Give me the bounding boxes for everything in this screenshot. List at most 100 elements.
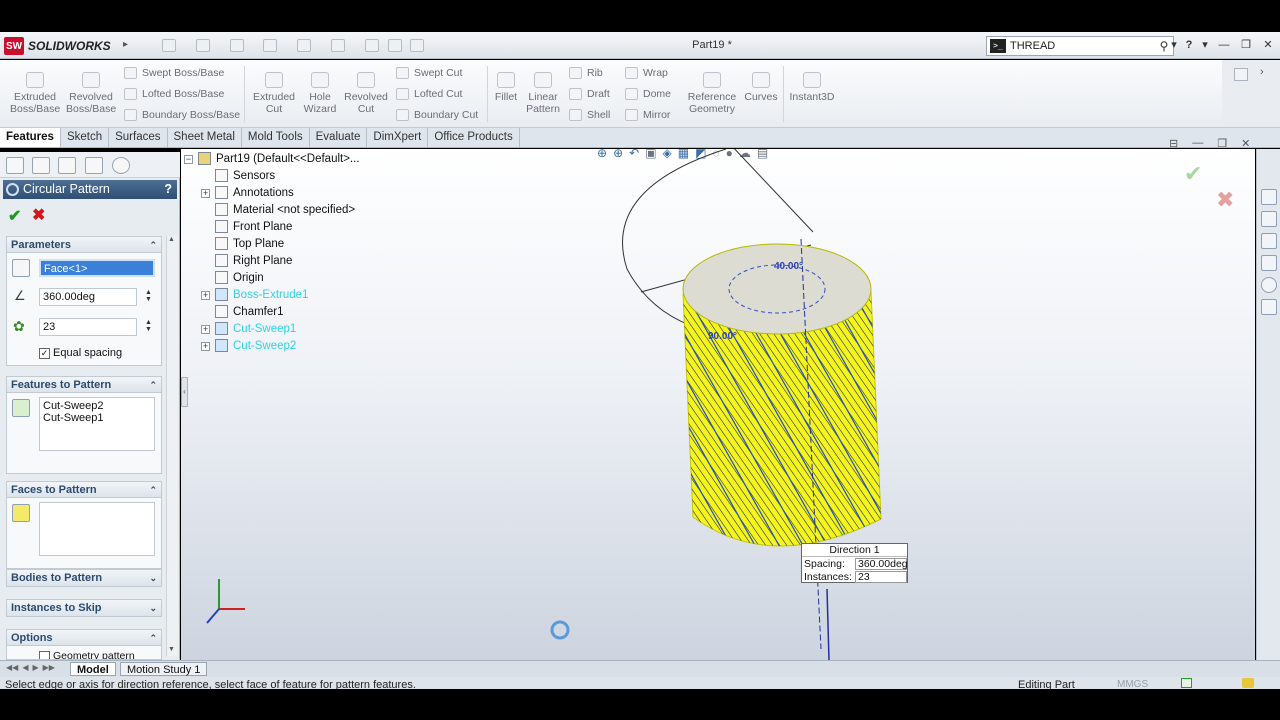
group-header[interactable]: Faces to Pattern ⌃ bbox=[7, 482, 161, 498]
tree-item[interactable]: Annotations bbox=[215, 186, 294, 199]
collapse-icon[interactable]: ⌃ bbox=[149, 377, 157, 393]
axis-direction-icon[interactable] bbox=[12, 259, 30, 277]
swept-boss-button[interactable]: Swept Boss/Base bbox=[124, 67, 224, 79]
tab-surfaces[interactable]: Surfaces bbox=[109, 128, 168, 147]
boundary-boss-button[interactable]: Boundary Boss/Base bbox=[124, 109, 240, 121]
lofted-cut-button[interactable]: Lofted Cut bbox=[396, 88, 462, 100]
direction-callout[interactable]: Direction 1 Spacing: 360.00deg Instances… bbox=[801, 543, 908, 583]
tab-model[interactable]: Model bbox=[70, 662, 116, 676]
extruded-boss-button[interactable]: Extruded Boss/Base bbox=[10, 72, 60, 115]
customize-icon[interactable] bbox=[1234, 68, 1248, 81]
collapse-icon[interactable]: ⌃ bbox=[149, 630, 157, 646]
tree-item[interactable]: Material <not specified> bbox=[215, 203, 355, 216]
curves-button[interactable]: Curves bbox=[742, 72, 780, 103]
search-dropdown-icon[interactable]: ▾ bbox=[1166, 38, 1182, 52]
angle-field[interactable]: 360.00deg bbox=[39, 288, 137, 306]
prev-tab-icon[interactable]: ◀ bbox=[22, 663, 28, 672]
group-header[interactable]: Parameters ⌃ bbox=[7, 237, 161, 253]
tree-item[interactable]: Chamfer1 bbox=[215, 305, 284, 318]
rebuild-status-icon[interactable] bbox=[1181, 678, 1192, 688]
instances-field[interactable]: 23 bbox=[39, 318, 137, 336]
view-palette-icon[interactable] bbox=[1261, 255, 1277, 271]
scroll-up-icon[interactable]: ▲ bbox=[168, 236, 175, 243]
group-header[interactable]: Features to Pattern ⌃ bbox=[7, 377, 161, 393]
rib-button[interactable]: Rib bbox=[569, 67, 603, 79]
reference-geometry-button[interactable]: Reference Geometry bbox=[684, 72, 740, 115]
expand-icon[interactable]: ⌄ bbox=[149, 600, 157, 616]
chevron-right-icon[interactable]: › bbox=[1260, 66, 1264, 78]
extruded-cut-button[interactable]: Extruded Cut bbox=[250, 72, 298, 115]
design-library-icon[interactable] bbox=[1261, 211, 1277, 227]
tab-mold-tools[interactable]: Mold Tools bbox=[242, 128, 310, 147]
features-list[interactable]: Cut-Sweep2 Cut-Sweep1 bbox=[39, 397, 155, 451]
hole-wizard-button[interactable]: Hole Wizard bbox=[300, 72, 340, 115]
swept-cut-button[interactable]: Swept Cut bbox=[396, 67, 462, 79]
appearances-icon[interactable] bbox=[1261, 277, 1277, 293]
tab-evaluate[interactable]: Evaluate bbox=[310, 128, 368, 147]
instant3d-button[interactable]: Instant3D bbox=[788, 72, 836, 103]
tree-item[interactable]: Top Plane bbox=[215, 237, 284, 250]
dimension-90[interactable]: 90.00° bbox=[708, 331, 737, 342]
group-header[interactable]: Options ⌃ bbox=[7, 630, 161, 646]
close-icon[interactable]: ✕ bbox=[1260, 38, 1276, 52]
tree-item[interactable]: Right Plane bbox=[215, 254, 292, 267]
property-manager-icon[interactable] bbox=[32, 157, 50, 174]
graphics-area[interactable]: ‹ − Part19 (Default<<Default>... ⊕ ⊕ ↶ ▣… bbox=[181, 137, 1255, 660]
top-face[interactable] bbox=[682, 243, 872, 335]
revolved-cut-button[interactable]: Revolved Cut bbox=[342, 72, 390, 115]
tab-features[interactable]: Features bbox=[0, 128, 61, 147]
file-explorer-icon[interactable] bbox=[1261, 233, 1277, 249]
restore-icon[interactable]: ❐ bbox=[1238, 38, 1254, 52]
last-tab-icon[interactable]: ▶▶ bbox=[43, 663, 55, 672]
mirror-button[interactable]: Mirror bbox=[625, 109, 670, 121]
collapse-icon[interactable]: ⌃ bbox=[149, 482, 157, 498]
scroll-down-icon[interactable]: ▼ bbox=[168, 646, 175, 653]
geometry-pattern-checkbox[interactable] bbox=[39, 651, 50, 659]
group-header[interactable]: Bodies to Pattern ⌄ bbox=[7, 570, 161, 586]
first-tab-icon[interactable]: ◀◀ bbox=[6, 663, 18, 672]
tab-dimxpert[interactable]: DimXpert bbox=[367, 128, 429, 147]
wrap-button[interactable]: Wrap bbox=[625, 67, 668, 79]
faces-list[interactable] bbox=[39, 502, 155, 556]
instances-to-skip-group[interactable]: Instances to Skip ⌄ bbox=[6, 599, 162, 617]
equal-spacing-checkbox[interactable]: ✓ bbox=[39, 348, 50, 359]
boundary-cut-button[interactable]: Boundary Cut bbox=[396, 109, 478, 121]
model-canvas[interactable]: 40.00° 90.00° bbox=[181, 149, 1255, 660]
tree-expand-icon[interactable]: + bbox=[201, 342, 210, 351]
tab-office-products[interactable]: Office Products bbox=[428, 128, 520, 147]
ok-icon[interactable]: ✔ bbox=[8, 206, 21, 226]
tab-sketch[interactable]: Sketch bbox=[61, 128, 110, 147]
minimize-icon[interactable]: — bbox=[1216, 38, 1232, 52]
dimension-40[interactable]: 40.00° bbox=[774, 261, 803, 272]
lofted-boss-button[interactable]: Lofted Boss/Base bbox=[124, 88, 224, 100]
search-commands[interactable]: >_ THREAD ⚲ bbox=[986, 36, 1174, 56]
linear-pattern-button[interactable]: Linear Pattern bbox=[522, 72, 564, 115]
custom-properties-icon[interactable] bbox=[1261, 299, 1277, 315]
tree-item[interactable]: Cut-Sweep1 bbox=[215, 322, 296, 335]
tree-item[interactable]: Origin bbox=[215, 271, 264, 284]
unit-system[interactable]: MMGS bbox=[1117, 679, 1148, 689]
callout-spacing-field[interactable]: 360.00deg bbox=[855, 558, 908, 570]
help-dropdown-icon[interactable]: ▾ bbox=[1197, 38, 1213, 52]
expand-icon[interactable]: ⌄ bbox=[149, 570, 157, 586]
tree-expand-icon[interactable]: + bbox=[201, 325, 210, 334]
tab-sheet-metal[interactable]: Sheet Metal bbox=[168, 128, 242, 147]
pm-scrollbar[interactable]: ▲ ▼ bbox=[166, 236, 178, 656]
next-tab-icon[interactable]: ▶ bbox=[32, 663, 38, 672]
tree-item[interactable]: Sensors bbox=[215, 169, 275, 182]
angle-spinner-icon[interactable]: ▲ ▼ bbox=[145, 289, 152, 303]
list-item[interactable]: Cut-Sweep2 bbox=[43, 400, 151, 412]
axis-selection-field[interactable]: Face<1> bbox=[39, 259, 155, 277]
instances-spinner-icon[interactable]: ▲ ▼ bbox=[145, 319, 152, 333]
tree-expand-icon[interactable]: + bbox=[201, 291, 210, 300]
home-icon[interactable] bbox=[1261, 189, 1277, 205]
draft-button[interactable]: Draft bbox=[569, 88, 610, 100]
dome-button[interactable]: Dome bbox=[625, 88, 671, 100]
callout-instances-field[interactable]: 23 bbox=[855, 571, 907, 583]
fillet-button[interactable]: Fillet bbox=[492, 72, 520, 103]
tab-scroll-arrows[interactable]: ◀◀ ◀ ▶ ▶▶ bbox=[6, 663, 55, 672]
feature-manager-icon[interactable] bbox=[6, 157, 24, 174]
notification-icon[interactable] bbox=[1242, 678, 1254, 688]
bodies-to-pattern-group[interactable]: Bodies to Pattern ⌄ bbox=[6, 569, 162, 587]
cancel-icon[interactable]: ✖ bbox=[32, 205, 45, 225]
